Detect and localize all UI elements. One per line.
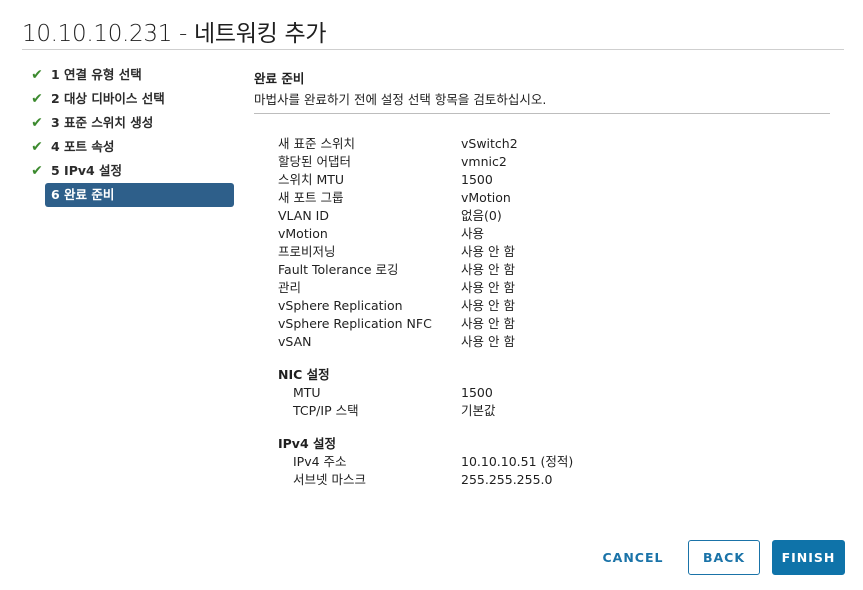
step-ipv4-settings[interactable]: ✔ 5 IPv4 설정 xyxy=(28,159,238,183)
summary-row: 관리 사용 안 함 xyxy=(278,279,838,297)
summary-row: 할당된 어댑터 vmnic2 xyxy=(278,153,838,171)
check-icon: ✔ xyxy=(31,139,43,155)
row-value: 사용 안 함 xyxy=(461,262,515,277)
row-key: 할당된 어댑터 xyxy=(278,154,351,169)
row-key: 스위치 MTU xyxy=(278,172,345,187)
row-value: 사용 안 함 xyxy=(461,298,515,313)
finish-button[interactable]: FINISH xyxy=(772,540,845,575)
wizard-steps: ✔ 1 연결 유형 선택 ✔ 2 대상 디바이스 선택 ✔ 3 표준 스위치 생… xyxy=(28,63,238,207)
back-button[interactable]: BACK xyxy=(688,540,760,575)
check-icon: ✔ xyxy=(31,67,43,83)
row-value: vSwitch2 xyxy=(461,136,518,151)
summary-row: IPv4 주소 10.10.10.51 (정적) xyxy=(278,453,838,471)
dialog-title: 10.10.10.231 - 네트워킹 추가 xyxy=(22,21,327,47)
row-value: 사용 xyxy=(461,226,485,241)
row-key: vSphere Replication NFC xyxy=(278,316,432,331)
row-value: 사용 안 함 xyxy=(461,334,515,349)
step-standard-switch[interactable]: ✔ 3 표준 스위치 생성 xyxy=(28,111,238,135)
check-icon: ✔ xyxy=(31,115,43,131)
step-label: 2 대상 디바이스 선택 xyxy=(51,91,165,106)
row-key: 새 표준 스위치 xyxy=(278,136,355,151)
step-connection-type[interactable]: ✔ 1 연결 유형 선택 xyxy=(28,63,238,87)
summary-row: vMotion 사용 xyxy=(278,225,838,243)
nic-settings-heading: NIC 설정 xyxy=(278,367,330,382)
row-key: vSphere Replication xyxy=(278,298,403,313)
row-value: 없음(0) xyxy=(461,208,502,223)
row-value: vMotion xyxy=(461,190,511,205)
row-key: 관리 xyxy=(278,280,302,295)
step-label: 6 완료 준비 xyxy=(51,187,115,202)
row-value: 사용 안 함 xyxy=(461,280,515,295)
title-divider xyxy=(22,49,844,50)
row-key: IPv4 주소 xyxy=(293,454,347,469)
summary-row: TCP/IP 스택 기본값 xyxy=(278,402,838,420)
row-key: 프로비저닝 xyxy=(278,244,336,259)
row-key: vMotion xyxy=(278,226,328,241)
section-description: 마법사를 완료하기 전에 설정 선택 항목을 검토하십시오. xyxy=(254,92,547,107)
step-label: 3 표준 스위치 생성 xyxy=(51,115,154,130)
step-label: 4 포트 속성 xyxy=(51,139,115,154)
summary-row: 새 표준 스위치 vSwitch2 xyxy=(278,135,838,153)
step-label: 5 IPv4 설정 xyxy=(51,163,123,178)
row-value: 사용 안 함 xyxy=(461,316,515,331)
summary-row: 프로비저닝 사용 안 함 xyxy=(278,243,838,261)
row-key: MTU xyxy=(293,385,321,400)
check-icon: ✔ xyxy=(31,163,43,179)
step-port-properties[interactable]: ✔ 4 포트 속성 xyxy=(28,135,238,159)
row-value: 1500 xyxy=(461,385,493,400)
row-value: 10.10.10.51 (정적) xyxy=(461,454,574,469)
summary-row: Fault Tolerance 로깅 사용 안 함 xyxy=(278,261,838,279)
row-value: 사용 안 함 xyxy=(461,244,515,259)
summary-row: 서브넷 마스크 255.255.255.0 xyxy=(278,471,838,489)
step-label: 1 연결 유형 선택 xyxy=(51,67,142,82)
summary-row: 새 포트 그룹 vMotion xyxy=(278,189,838,207)
row-key: TCP/IP 스택 xyxy=(293,403,359,418)
check-icon: ✔ xyxy=(31,91,43,107)
row-value: 255.255.255.0 xyxy=(461,472,553,487)
row-value: 1500 xyxy=(461,172,493,187)
cancel-button[interactable]: CANCEL xyxy=(596,540,670,575)
row-key: 서브넷 마스크 xyxy=(293,472,366,487)
summary-row: 스위치 MTU 1500 xyxy=(278,171,838,189)
summary-row: vSAN 사용 안 함 xyxy=(278,333,838,351)
summary-row: vSphere Replication NFC 사용 안 함 xyxy=(278,315,838,333)
row-key: VLAN ID xyxy=(278,208,329,223)
summary-row: MTU 1500 xyxy=(278,384,838,402)
row-key: 새 포트 그룹 xyxy=(278,190,344,205)
section-divider xyxy=(254,113,830,114)
summary-row: vSphere Replication 사용 안 함 xyxy=(278,297,838,315)
row-value: vmnic2 xyxy=(461,154,507,169)
ipv4-settings-heading: IPv4 설정 xyxy=(278,436,337,451)
step-target-device[interactable]: ✔ 2 대상 디바이스 선택 xyxy=(28,87,238,111)
section-title: 완료 준비 xyxy=(254,71,305,86)
row-key: vSAN xyxy=(278,334,312,349)
step-ready-to-complete[interactable]: 6 완료 준비 xyxy=(45,183,234,207)
row-value: 기본값 xyxy=(461,403,496,418)
row-key: Fault Tolerance 로깅 xyxy=(278,262,399,277)
summary-table: 새 표준 스위치 vSwitch2 할당된 어댑터 vmnic2 스위치 MTU 15… xyxy=(278,135,838,489)
summary-row: VLAN ID 없음(0) xyxy=(278,207,838,225)
